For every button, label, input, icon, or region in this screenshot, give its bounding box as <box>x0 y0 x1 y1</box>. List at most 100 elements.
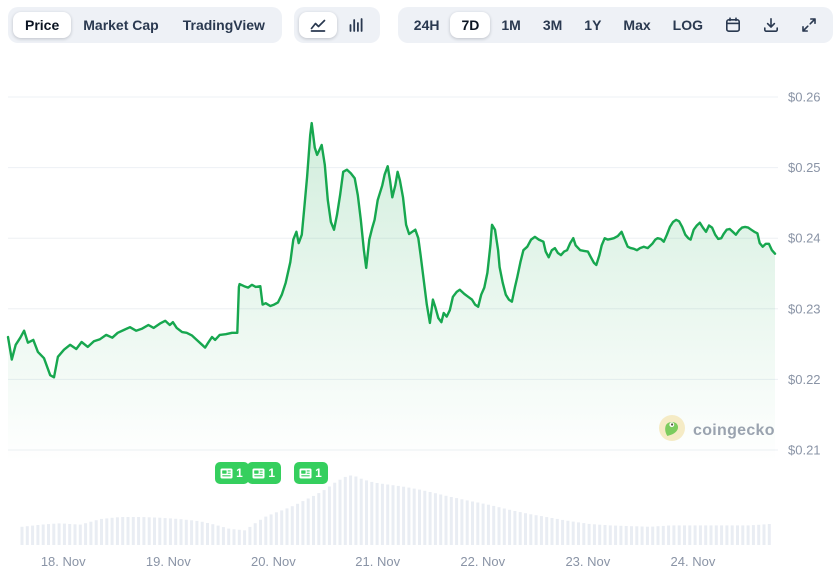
news-icon <box>252 468 265 478</box>
news-badge-count: 1 <box>268 466 276 480</box>
volume-bar <box>68 524 72 545</box>
volume-bar <box>635 526 639 545</box>
volume-bar <box>243 530 247 545</box>
volume-bar <box>396 485 400 545</box>
volume-bar <box>327 486 331 545</box>
volume-bar <box>73 524 77 545</box>
volume-bar <box>455 498 459 545</box>
line-chart-button[interactable] <box>299 12 337 38</box>
tab-24h[interactable]: 24H <box>403 12 451 38</box>
price-chart[interactable]: $0.26 $0.25 $0.24 $0.23 $0.22 $0.21 18. Nov 19.… <box>0 0 837 576</box>
volume-bar <box>142 517 146 545</box>
volume-bar <box>380 483 384 545</box>
volume-bar <box>25 526 29 545</box>
volume-bar <box>418 489 421 545</box>
volume-bar <box>730 525 734 545</box>
download-button[interactable] <box>752 12 790 38</box>
volume-bar <box>179 519 183 545</box>
volume-bar <box>757 524 761 545</box>
volume-bar <box>561 519 565 545</box>
volume-bar <box>524 513 527 545</box>
volume-bar <box>746 525 750 545</box>
tab-log[interactable]: LOG <box>662 12 714 38</box>
tab-7d[interactable]: 7D <box>450 12 491 38</box>
volume-bar <box>508 509 512 545</box>
volume-bar <box>751 525 755 545</box>
volume-bar <box>375 483 379 545</box>
volume-bar <box>248 526 252 545</box>
tab-market-cap[interactable]: Market Cap <box>71 12 170 38</box>
tab-tradingview[interactable]: TradingView <box>171 12 277 38</box>
bar-chart-button[interactable] <box>337 12 375 38</box>
volume-bar <box>253 523 257 545</box>
volume-bar <box>190 520 194 545</box>
volume-bar <box>370 481 374 545</box>
volume-bar <box>614 525 618 545</box>
volume-bar <box>211 524 215 545</box>
volume-bar <box>709 525 713 545</box>
news-badge[interactable]: 1 <box>215 462 249 484</box>
volume-bar <box>741 525 745 545</box>
volume-bar <box>200 521 204 545</box>
volume-bar <box>78 524 82 545</box>
x-tick-label: 20. Nov <box>251 554 296 569</box>
news-badge[interactable]: 1 <box>247 462 282 484</box>
volume-bar <box>693 525 697 545</box>
volume-bar <box>322 490 326 545</box>
volume-bar <box>359 478 363 545</box>
coingecko-logo-icon <box>659 415 685 446</box>
volume-bar <box>153 517 156 545</box>
volume-bar <box>598 524 602 545</box>
volume-bar <box>41 524 45 545</box>
volume-bar <box>449 497 453 545</box>
volume-bar <box>306 498 310 545</box>
volume-bar <box>704 525 708 545</box>
volume-bar <box>767 524 771 545</box>
chart-type-group <box>294 7 380 43</box>
volume-bar <box>571 521 575 545</box>
bar-chart-icon <box>349 18 363 32</box>
volume-bar <box>476 502 480 545</box>
volume-bar <box>354 476 358 545</box>
tab-1m[interactable]: 1M <box>490 12 531 38</box>
y-tick-label: $0.23 <box>788 301 821 316</box>
volume-bar <box>645 526 649 545</box>
volume-bar <box>555 518 559 545</box>
volume-bar <box>412 488 416 545</box>
volume-bar <box>158 517 162 545</box>
volume-bar <box>672 525 676 545</box>
news-badge[interactable]: 1 <box>294 462 328 484</box>
volume-bar <box>640 526 644 545</box>
volume-bar <box>349 475 353 545</box>
volume-bar <box>550 518 554 545</box>
tab-1y[interactable]: 1Y <box>573 12 612 38</box>
tab-max[interactable]: Max <box>612 12 661 38</box>
volume-bar <box>667 525 671 545</box>
volume-bar <box>407 487 411 545</box>
expand-button[interactable] <box>790 12 828 38</box>
coingecko-watermark-text: coingecko <box>693 421 775 439</box>
x-tick-label: 21. Nov <box>355 554 400 569</box>
volume-bar <box>423 490 427 545</box>
volume-bar <box>163 518 167 545</box>
volume-bar <box>725 525 729 545</box>
volume-bar <box>444 495 448 545</box>
volume-bar <box>89 521 93 545</box>
volume-bar <box>338 479 342 545</box>
volume-bar <box>47 524 50 545</box>
tab-price[interactable]: Price <box>13 12 72 38</box>
volume-bar <box>301 501 305 545</box>
news-badge-count: 1 <box>236 466 243 480</box>
volume-bar <box>492 505 496 545</box>
volume-bar <box>94 520 98 545</box>
news-badge-count: 1 <box>315 466 322 480</box>
volume-bar <box>52 523 56 545</box>
volume-bar <box>100 518 103 545</box>
calendar-button[interactable] <box>714 12 752 38</box>
volume-bar <box>237 529 241 545</box>
price-area <box>8 123 775 462</box>
volume-bar <box>280 510 284 545</box>
tab-3m[interactable]: 3M <box>532 12 573 38</box>
volume-bar <box>264 516 268 545</box>
volume-bar <box>592 524 596 545</box>
